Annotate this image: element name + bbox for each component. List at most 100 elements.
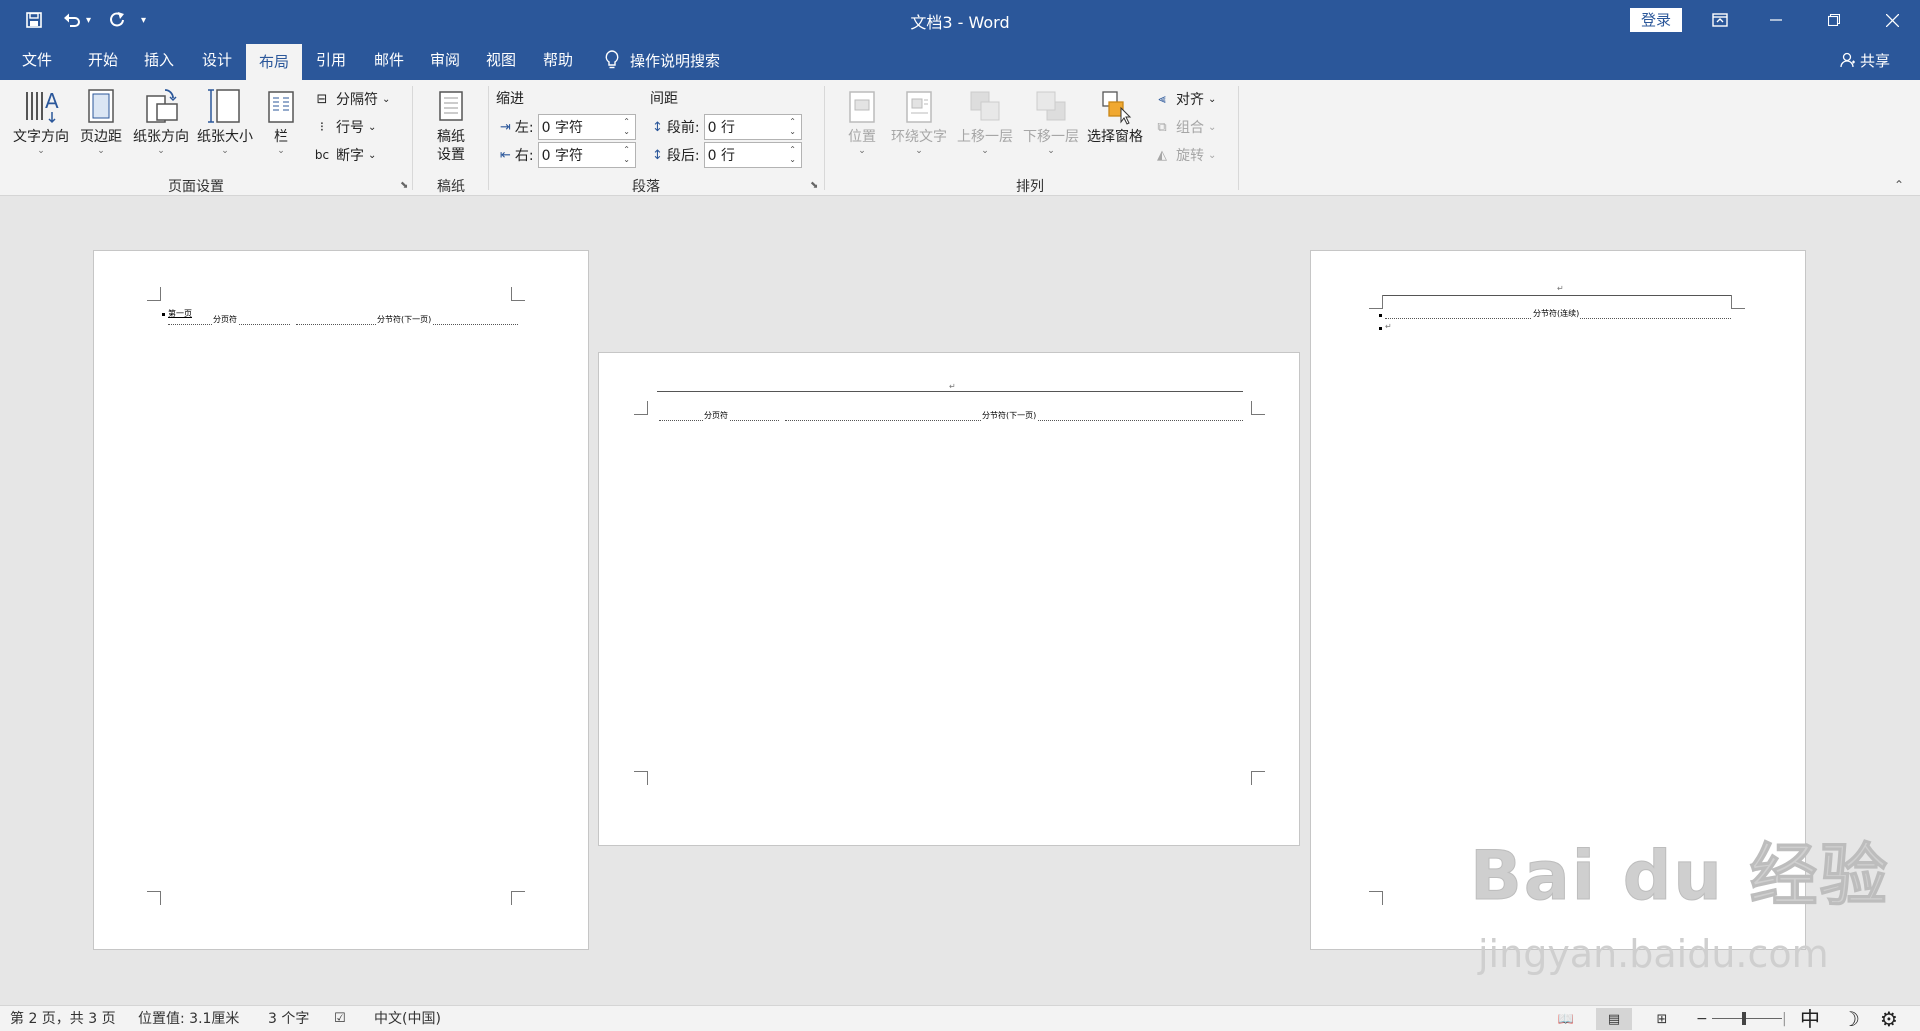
print-layout-button[interactable]: ▤ xyxy=(1596,1008,1632,1030)
crop-mark xyxy=(634,771,648,785)
align-button[interactable]: ⫷ 对齐 ⌄ xyxy=(1152,86,1216,112)
crop-mark xyxy=(511,891,525,905)
word-count-status[interactable]: 3 个字 xyxy=(268,1006,309,1031)
customize-qat-icon[interactable]: ▾ xyxy=(141,15,146,26)
ribbon-display-options-button[interactable] xyxy=(1692,0,1748,40)
close-button[interactable] xyxy=(1864,0,1920,40)
tell-me-search[interactable]: 操作说明搜索 xyxy=(604,40,720,80)
page-3[interactable]: ↵ 分节符(连续) ↵ xyxy=(1310,250,1806,950)
wrap-text-button[interactable]: 环绕文字 ⌄ xyxy=(888,86,950,156)
undo-button[interactable] xyxy=(60,8,84,32)
orientation-button[interactable]: 纸张方向 ⌄ xyxy=(130,86,192,156)
redo-button[interactable] xyxy=(105,8,129,32)
read-mode-button[interactable]: 📖 xyxy=(1548,1008,1584,1030)
zoom-slider[interactable] xyxy=(1712,1018,1782,1019)
spinner-arrows-icon[interactable]: ⌃ ⌄ xyxy=(785,115,801,139)
selection-pane-icon xyxy=(1097,86,1133,126)
tab-mailings[interactable]: 邮件 xyxy=(362,40,416,80)
page-2[interactable]: ↵ 分页符 分节符(下一页) xyxy=(598,352,1300,846)
status-bar: 第 2 页，共 3 页 位置值: 3.1厘米 3 个字 ☑ 中文(中国) 📖 ▤… xyxy=(0,1005,1920,1031)
indent-left-field[interactable]: 0 字符 ⌃ ⌄ xyxy=(537,114,636,140)
orientation-label: 纸张方向 xyxy=(133,129,189,145)
restore-button[interactable] xyxy=(1806,0,1862,40)
header-paragraph-mark: ↵ xyxy=(949,382,956,391)
spacing-before-field[interactable]: 0 行 ⌃ ⌄ xyxy=(703,114,802,140)
group-divider xyxy=(488,86,489,190)
size-button[interactable]: 纸张大小 ⌄ xyxy=(194,86,256,156)
page-count-status[interactable]: 第 2 页，共 3 页 xyxy=(10,1006,116,1031)
send-backward-label: 下移一层 xyxy=(1023,129,1079,145)
tab-references[interactable]: 引用 xyxy=(304,40,358,80)
margins-button[interactable]: 页边距 ⌄ xyxy=(76,86,126,156)
tab-home[interactable]: 开始 xyxy=(76,40,130,80)
tab-insert[interactable]: 插入 xyxy=(132,40,186,80)
rotate-button[interactable]: ◭ 旋转 ⌄ xyxy=(1152,142,1216,168)
page-1[interactable]: 第一页 分页符 分节符(下一页) xyxy=(93,250,589,950)
minimize-icon xyxy=(1770,19,1782,21)
line-numbers-button[interactable]: ⁝ 行号 ⌄ xyxy=(312,114,376,140)
undo-dropdown-icon[interactable]: ▾ xyxy=(86,15,91,26)
web-layout-icon: ⊞ xyxy=(1656,1011,1668,1027)
indent-right-row: ⇤ 右: 0 字符 ⌃ ⌄ xyxy=(500,142,636,168)
tab-layout[interactable]: 布局 xyxy=(246,44,302,80)
paragraph-group-label: 段落 xyxy=(632,179,660,195)
tab-file[interactable]: 文件 xyxy=(10,40,64,80)
indent-left-value: 0 字符 xyxy=(541,120,583,136)
spacing-after-field[interactable]: 0 行 ⌃ ⌄ xyxy=(703,142,802,168)
crop-mark xyxy=(1369,891,1383,905)
redo-icon xyxy=(110,12,125,27)
position-status[interactable]: 位置值: 3.1厘米 xyxy=(138,1006,239,1031)
paragraph-launcher-icon[interactable]: ⬊ xyxy=(810,180,818,191)
chevron-down-icon: ⌄ xyxy=(981,146,989,156)
undo-icon xyxy=(64,13,80,27)
web-layout-button[interactable]: ⊞ xyxy=(1644,1008,1680,1030)
breaks-button[interactable]: ⊟ 分隔符 ⌄ xyxy=(312,86,391,112)
manuscript-label-line1: 稿纸 xyxy=(437,129,465,145)
hyphenation-button[interactable]: bc 断字 ⌄ xyxy=(312,142,377,168)
login-button[interactable]: 登录 xyxy=(1630,8,1682,32)
text-direction-button[interactable]: A 文字方向 ⌄ xyxy=(10,86,72,156)
zoom-out-icon[interactable]: − xyxy=(1696,1006,1708,1031)
ime-chinese-mode[interactable]: 中 xyxy=(1800,1006,1820,1031)
crop-mark xyxy=(1251,401,1265,415)
indent-right-label: 右: xyxy=(514,148,534,164)
collapse-ribbon-icon[interactable]: ⌃ xyxy=(1894,178,1904,192)
columns-button[interactable]: 栏 ⌄ xyxy=(262,86,300,156)
group-divider xyxy=(1238,86,1239,190)
page-setup-launcher-icon[interactable]: ⬊ xyxy=(400,180,408,191)
size-label: 纸张大小 xyxy=(197,129,253,145)
indent-right-field[interactable]: 0 字符 ⌃ ⌄ xyxy=(537,142,636,168)
gear-icon[interactable]: ⚙ xyxy=(1880,1006,1898,1031)
tab-help[interactable]: 帮助 xyxy=(530,40,586,80)
group-objects-icon: ⧉ xyxy=(1157,119,1167,135)
header-paragraph-mark: ↵ xyxy=(1557,284,1564,293)
indent-left-icon: ⇥ xyxy=(500,119,511,135)
tab-view[interactable]: 视图 xyxy=(474,40,528,80)
spinner-arrows-icon[interactable]: ⌃ ⌄ xyxy=(619,115,635,139)
margins-icon xyxy=(81,86,121,126)
position-button[interactable]: 位置 ⌄ xyxy=(840,86,884,156)
tab-design[interactable]: 设计 xyxy=(190,40,244,80)
indent-right-value: 0 字符 xyxy=(541,148,583,164)
proofing-icon[interactable]: ☑ xyxy=(334,1006,346,1031)
document-area[interactable]: 第一页 分页符 分节符(下一页) ↵ 分页符 分节符(下一页) ↵ 分节符(连续… xyxy=(0,197,1920,1005)
chevron-down-icon: ⌄ xyxy=(37,146,45,156)
spinner-arrows-icon[interactable]: ⌃ ⌄ xyxy=(619,143,635,167)
selection-pane-button[interactable]: 选择窗格 xyxy=(1084,86,1146,146)
crop-mark xyxy=(1369,295,1383,309)
share-button[interactable]: 共享 xyxy=(1840,40,1890,80)
spacing-after-value: 0 行 xyxy=(707,148,735,164)
minimize-button[interactable] xyxy=(1748,0,1804,40)
bring-forward-button[interactable]: 上移一层 ⌄ xyxy=(954,86,1016,156)
spinner-arrows-icon[interactable]: ⌃ ⌄ xyxy=(785,143,801,167)
group-button[interactable]: ⧉ 组合 ⌄ xyxy=(1152,114,1216,140)
zoom-slider-thumb[interactable] xyxy=(1742,1012,1746,1025)
send-backward-button[interactable]: 下移一层 ⌄ xyxy=(1020,86,1082,156)
moon-icon[interactable]: ☽ xyxy=(1842,1006,1860,1031)
tab-review[interactable]: 审阅 xyxy=(418,40,472,80)
chevron-down-icon: ⌄ xyxy=(1208,93,1217,105)
manuscript-settings-button[interactable]: 稿纸 设置 xyxy=(424,86,478,164)
save-button[interactable] xyxy=(22,8,46,32)
spacing-after-icon: ↕ xyxy=(652,147,663,163)
language-status[interactable]: 中文(中国) xyxy=(374,1006,441,1031)
